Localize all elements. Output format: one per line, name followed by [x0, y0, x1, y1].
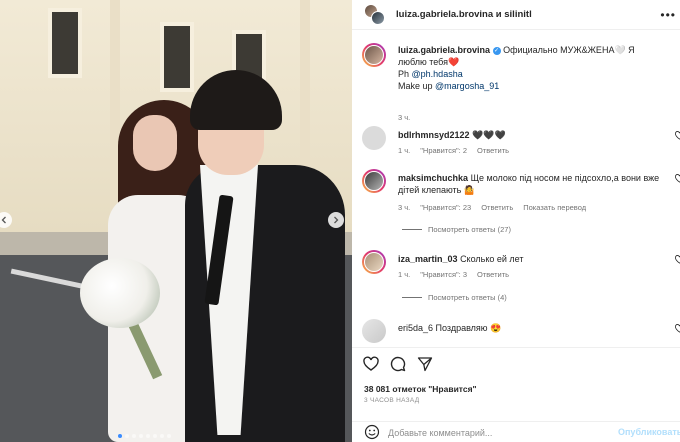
like-comment-heart-icon[interactable]: [675, 174, 680, 183]
comment-username[interactable]: maksimchuchka: [398, 173, 468, 183]
carousel-dot: [167, 434, 171, 438]
comment-meta: 1 ч. "Нравится": 3 Ответить: [398, 270, 509, 279]
chevron-left-icon: [1, 216, 6, 224]
comment-text: bdlrhmnsyd2122 🖤🖤🖤: [398, 129, 658, 141]
comment-username[interactable]: eri5da_6: [398, 323, 433, 333]
comment-age: 1 ч.: [398, 146, 411, 155]
avatar[interactable]: [362, 126, 386, 150]
window: [160, 22, 194, 92]
like-comment-heart-icon[interactable]: [675, 324, 680, 333]
comments-feed[interactable]: luiza.gabriela.brovina ✓ Официально МУЖ&…: [352, 31, 680, 347]
reply-button[interactable]: Ответить: [481, 203, 513, 212]
post-comment-button[interactable]: Опубликовать: [618, 427, 680, 437]
author-avatars[interactable]: [364, 3, 386, 26]
carousel-dot: [160, 434, 164, 438]
window: [48, 8, 82, 78]
translate-button[interactable]: Показать перевод: [523, 203, 586, 212]
post-panel: luiza.gabriela.brovina и silinitl ••• lu…: [352, 0, 680, 442]
verified-icon: ✓: [492, 46, 501, 55]
like-comment-heart-icon[interactable]: [675, 255, 680, 264]
caption-meta: 3 ч.: [398, 113, 410, 122]
avatar[interactable]: [362, 43, 386, 67]
divider-line: [402, 297, 422, 298]
reply-button[interactable]: Ответить: [477, 146, 509, 155]
view-replies-label: Посмотреть ответы (27): [428, 225, 511, 234]
comment-age: 1 ч.: [398, 270, 411, 279]
comment-composer: Опубликовать: [352, 421, 680, 442]
makeup-handle-link[interactable]: @margosha_91: [435, 81, 499, 91]
view-replies-button[interactable]: Посмотреть ответы (27): [402, 225, 511, 234]
makeup-label: Make up: [398, 81, 433, 91]
comment-meta: 1 ч. "Нравится": 2 Ответить: [398, 146, 509, 155]
caption-text: luiza.gabriela.brovina ✓ Официально МУЖ&…: [398, 44, 658, 92]
comment-text: maksimchuchka Ще молоко під носом не під…: [398, 172, 660, 196]
share-icon[interactable]: [417, 356, 433, 372]
avatar[interactable]: [362, 169, 386, 193]
bride-face: [133, 115, 177, 171]
avatar: [371, 10, 385, 25]
comment-icon[interactable]: [390, 356, 406, 372]
post-actions: [352, 347, 680, 379]
divider-line: [402, 229, 422, 230]
bouquet: [80, 258, 160, 328]
more-icon[interactable]: •••: [660, 8, 676, 22]
view-replies-button[interactable]: Посмотреть ответы (4): [402, 293, 507, 302]
post-time: 3 ЧАСОВ НАЗАД: [364, 397, 420, 404]
post-authors[interactable]: luiza.gabriela.brovina и silinitl: [396, 9, 532, 20]
likes-count[interactable]: 38 081 отметок "Нравится": [364, 384, 477, 394]
comment-text: iza_martin_03 Сколько ей лет: [398, 253, 658, 265]
like-comment-heart-icon[interactable]: [675, 131, 680, 140]
carousel-dot: [139, 434, 143, 438]
comment-body: Сколько ей лет: [460, 254, 524, 264]
carousel-dot: [146, 434, 150, 438]
comment-likes[interactable]: "Нравится": 23: [420, 203, 471, 212]
ph-label: Ph: [398, 69, 410, 79]
chevron-right-icon: [334, 216, 339, 224]
comment-likes[interactable]: "Нравится": 3: [420, 270, 467, 279]
comment-likes[interactable]: "Нравится": 2: [420, 146, 467, 155]
carousel-dot: [118, 434, 122, 438]
ph-handle-link[interactable]: @ph.hdasha: [412, 69, 463, 79]
post-photo[interactable]: [0, 0, 352, 442]
carousel-dot: [132, 434, 136, 438]
carousel-dot: [153, 434, 157, 438]
carousel-dots: [118, 434, 171, 438]
caption-username[interactable]: luiza.gabriela.brovina: [398, 45, 490, 55]
comment-body: 🖤🖤🖤: [472, 130, 506, 140]
view-replies-label: Посмотреть ответы (4): [428, 293, 507, 302]
comment-body: Поздравляю 😍: [435, 323, 502, 333]
emoji-icon[interactable]: [364, 424, 380, 440]
carousel-dot: [125, 434, 129, 438]
comment-username[interactable]: bdlrhmnsyd2122: [398, 130, 470, 140]
comment-text: eri5da_6 Поздравляю 😍: [398, 322, 658, 334]
like-heart-icon[interactable]: [363, 356, 379, 372]
comment-username[interactable]: iza_martin_03: [398, 254, 458, 264]
avatar[interactable]: [362, 250, 386, 274]
comment-meta: 3 ч. "Нравится": 23 Ответить Показать пе…: [398, 203, 586, 212]
caption-age: 3 ч.: [398, 113, 411, 122]
comment-age: 3 ч.: [398, 203, 411, 212]
comment-input[interactable]: [388, 425, 608, 440]
post-header: luiza.gabriela.brovina и silinitl •••: [352, 0, 680, 30]
avatar[interactable]: [362, 319, 386, 343]
next-photo-button[interactable]: [328, 212, 344, 228]
reply-button[interactable]: Ответить: [477, 270, 509, 279]
